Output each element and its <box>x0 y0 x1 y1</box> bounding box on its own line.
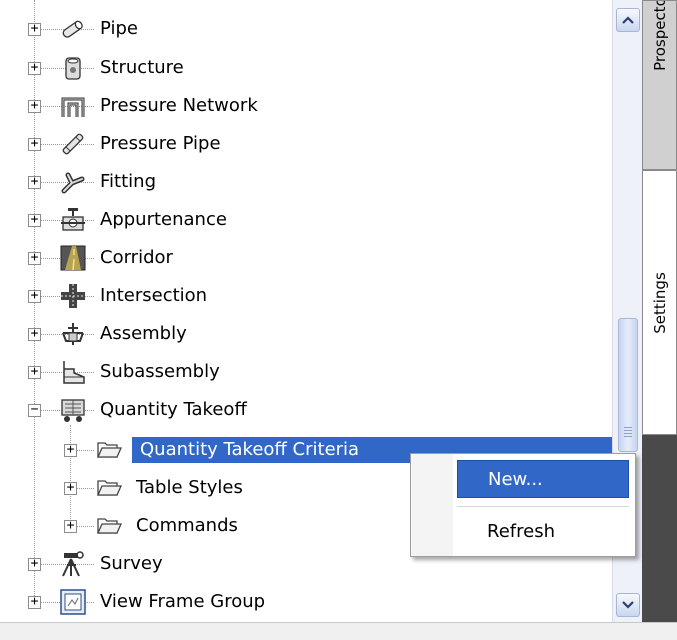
menu-item-label: New... <box>488 468 543 490</box>
menu-item-refresh[interactable]: Refresh <box>457 512 629 550</box>
tree-item-table-styles[interactable]: Table Styles <box>96 469 247 507</box>
menu-icon-gutter <box>411 454 453 556</box>
scroll-grip <box>624 427 632 439</box>
menu-item-new[interactable]: New... <box>457 460 629 498</box>
tree-item-fitting[interactable]: Fitting <box>60 163 160 201</box>
expand-button[interactable]: + <box>28 175 41 189</box>
tree-item-pipe[interactable]: Pipe <box>60 10 142 48</box>
tree-item-label: Pipe <box>100 18 138 39</box>
tree-item-label: Assembly <box>100 323 187 344</box>
appurtenance-icon <box>60 207 86 233</box>
folder-icon <box>96 475 123 501</box>
tree-item-label: Pressure Network <box>100 95 258 116</box>
tree-item-intersection[interactable]: Intersection <box>60 277 211 315</box>
tree-item-pressure-pipe[interactable]: Pressure Pipe <box>60 125 225 163</box>
toolspace-window: + Pipe + Structure + Pressure Network + … <box>0 0 677 640</box>
tree-item-label: Quantity Takeoff <box>100 399 247 420</box>
expand-button[interactable]: + <box>64 443 77 457</box>
expand-button[interactable]: + <box>64 481 77 495</box>
expand-button[interactable]: + <box>28 99 41 113</box>
side-tab-strip: Prospector Settings <box>642 0 677 622</box>
tree-item-label: Appurtenance <box>100 209 227 230</box>
corridor-icon <box>60 245 86 271</box>
chevron-down-icon <box>622 601 634 609</box>
tree-item-quantity-takeoff[interactable]: Quantity Takeoff <box>60 391 251 429</box>
scroll-thumb[interactable] <box>618 318 638 452</box>
fitting-icon <box>60 169 86 195</box>
menu-item-label: Refresh <box>487 520 555 542</box>
expand-button[interactable]: + <box>64 519 77 533</box>
tab-prospector[interactable]: Prospector <box>642 0 677 170</box>
pipe-icon <box>60 16 86 42</box>
assembly-icon <box>60 321 86 347</box>
expand-button[interactable]: + <box>28 365 41 379</box>
tree-item-commands[interactable]: Commands <box>96 507 242 545</box>
chevron-up-icon <box>622 16 634 24</box>
tree-item-label: Table Styles <box>136 477 243 498</box>
scroll-down-button[interactable] <box>616 593 640 617</box>
folder-icon <box>96 437 123 463</box>
tree-item-pressure-network[interactable]: Pressure Network <box>60 87 262 125</box>
quantity-takeoff-icon <box>60 397 86 423</box>
tab-label: Prospector <box>650 0 669 72</box>
tree-item-label: Fitting <box>100 171 156 192</box>
tree-item-survey[interactable]: Survey <box>60 545 167 583</box>
subassembly-icon <box>60 359 86 385</box>
tree-item-label: Pressure Pipe <box>100 133 221 154</box>
structure-icon <box>60 55 86 81</box>
tree-item-assembly[interactable]: Assembly <box>60 315 191 353</box>
scroll-up-button[interactable] <box>616 8 640 32</box>
survey-icon <box>60 551 86 577</box>
intersection-icon <box>60 283 86 309</box>
tree-item-label: Intersection <box>100 285 208 306</box>
tab-settings[interactable]: Settings <box>642 170 677 435</box>
expand-button[interactable]: + <box>28 595 41 609</box>
tree-item-label: View Frame Group <box>100 591 266 612</box>
tree-item-label: Corridor <box>100 247 173 268</box>
tree-item-label: Survey <box>100 553 163 574</box>
expand-button[interactable]: + <box>28 251 41 265</box>
pressure-pipe-icon <box>60 131 86 157</box>
expand-button[interactable]: + <box>28 137 41 151</box>
pressure-network-icon <box>60 93 86 119</box>
tree-item-label: Structure <box>100 57 184 78</box>
expand-button[interactable]: + <box>28 557 41 571</box>
menu-separator <box>457 506 629 507</box>
expand-button[interactable]: + <box>28 289 41 303</box>
expand-button[interactable]: + <box>28 22 41 36</box>
view-frame-group-icon <box>60 589 86 615</box>
tree-item-label: Subassembly <box>100 361 220 382</box>
tree-item-view-frame-group[interactable]: View Frame Group <box>60 583 269 621</box>
tree-item-corridor[interactable]: Corridor <box>60 239 177 277</box>
tree-connector <box>70 425 71 527</box>
context-menu: New... Refresh <box>410 453 636 557</box>
tree-connector <box>34 0 35 608</box>
expand-button[interactable]: + <box>28 327 41 341</box>
tree-item-subassembly[interactable]: Subassembly <box>60 353 224 391</box>
tree-item-structure[interactable]: Structure <box>60 49 188 87</box>
expand-button[interactable]: + <box>28 61 41 75</box>
tab-label: Settings <box>650 271 669 334</box>
folder-icon <box>96 513 123 539</box>
tree-item-appurtenance[interactable]: Appurtenance <box>60 201 231 239</box>
expand-button[interactable]: + <box>28 213 41 227</box>
collapse-button[interactable]: − <box>28 403 41 417</box>
tree-item-label: Commands <box>136 515 238 536</box>
status-strip <box>0 622 677 640</box>
